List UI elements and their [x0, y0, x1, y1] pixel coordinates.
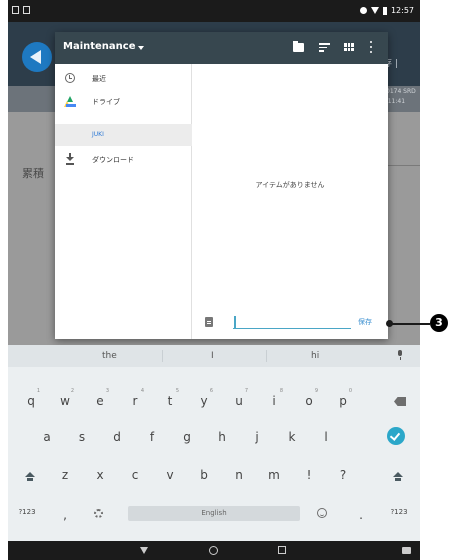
- wifi-icon: [370, 7, 379, 14]
- key-c[interactable]: c: [120, 462, 150, 488]
- clock-time: 12:57: [390, 6, 414, 15]
- sort-icon[interactable]: [319, 43, 330, 52]
- key-h[interactable]: h: [207, 424, 237, 450]
- key-n[interactable]: n: [224, 462, 254, 488]
- key-y[interactable]: 6y: [189, 388, 219, 414]
- new-folder-icon[interactable]: [293, 41, 304, 52]
- sidebar-item-label: ダウンロード: [92, 156, 134, 164]
- back-arrow-icon[interactable]: [22, 42, 52, 72]
- key-v[interactable]: v: [155, 462, 185, 488]
- drive-icon: [64, 96, 76, 107]
- suggestion-strip: the I hi: [8, 345, 420, 367]
- navigation-bar: [8, 541, 420, 560]
- key-g[interactable]: g: [172, 424, 202, 450]
- sidebar-item-label: ドライブ: [92, 98, 120, 106]
- filename-input[interactable]: [233, 315, 351, 329]
- callout-number-badge: 3: [430, 314, 448, 332]
- key-comma[interactable]: ,: [50, 502, 80, 528]
- key-i[interactable]: 8i: [259, 388, 289, 414]
- key-period[interactable]: .: [346, 502, 376, 528]
- notification-icon: [23, 6, 30, 14]
- emoji-icon[interactable]: [317, 508, 327, 518]
- key-b[interactable]: b: [189, 462, 219, 488]
- background-label: 累積: [22, 167, 44, 180]
- sidebar-item-label: JUKI: [92, 131, 104, 138]
- key-l[interactable]: l: [311, 424, 341, 450]
- key-e[interactable]: 3e: [85, 388, 115, 414]
- shift-icon[interactable]: [393, 472, 403, 482]
- key-j[interactable]: j: [242, 424, 272, 450]
- key-u[interactable]: 7u: [224, 388, 254, 414]
- file-icon: [205, 317, 213, 327]
- enter-check-icon[interactable]: [387, 427, 405, 445]
- key-question[interactable]: ?: [328, 462, 358, 488]
- symbols-key[interactable]: ?123: [10, 502, 44, 528]
- suggestion[interactable]: I: [211, 351, 214, 361]
- key-k[interactable]: k: [277, 424, 307, 450]
- key-f[interactable]: f: [137, 424, 167, 450]
- sidebar-item-drive[interactable]: ドライブ: [55, 91, 192, 113]
- callout-line: [390, 323, 430, 325]
- key-s[interactable]: s: [67, 424, 97, 450]
- more-options-icon[interactable]: [370, 41, 373, 53]
- keyboard-switch-icon[interactable]: [402, 547, 411, 554]
- shift-icon[interactable]: [25, 472, 35, 482]
- symbols-key[interactable]: ?123: [382, 502, 416, 528]
- key-w[interactable]: 2w: [50, 388, 80, 414]
- nav-home-icon[interactable]: [209, 546, 218, 555]
- key-exclamation[interactable]: !: [294, 462, 324, 488]
- save-button[interactable]: 保存: [358, 317, 372, 327]
- empty-state-message: アイテムがありません: [255, 181, 325, 189]
- suggestion[interactable]: the: [102, 351, 117, 361]
- sidebar-item-downloads[interactable]: ダウンロード: [55, 149, 192, 171]
- on-screen-keyboard: the I hi 1q 2w 3e 4r 5t 6y 7u 8i 9o 0p a…: [8, 345, 420, 541]
- dialog-toolbar: Maintenance: [55, 32, 388, 64]
- battery-icon: [382, 6, 387, 15]
- nav-back-icon[interactable]: [140, 547, 148, 554]
- root-selector[interactable]: Maintenance: [63, 41, 136, 52]
- key-x[interactable]: x: [85, 462, 115, 488]
- save-bar: 保存: [192, 308, 388, 339]
- microphone-icon[interactable]: [397, 350, 403, 360]
- sidebar-item-label: 最近: [92, 75, 106, 83]
- key-m[interactable]: m: [259, 462, 289, 488]
- alarm-icon: [359, 7, 367, 14]
- key-d[interactable]: d: [102, 424, 132, 450]
- chevron-down-icon[interactable]: [138, 46, 144, 50]
- keyboard-settings-icon[interactable]: [94, 509, 103, 518]
- text-cursor: [234, 316, 236, 329]
- key-o[interactable]: 9o: [294, 388, 324, 414]
- callout-dot: [386, 320, 393, 327]
- save-file-dialog: Maintenance 最近 ドライブ JUKI ダウンロード アイテムがありま…: [55, 32, 388, 339]
- key-p[interactable]: 0p: [328, 388, 358, 414]
- status-bar: 12:57: [8, 0, 420, 22]
- download-icon: [66, 153, 74, 165]
- space-bar[interactable]: English: [128, 506, 300, 521]
- suggestion[interactable]: hi: [311, 351, 319, 361]
- grid-view-icon[interactable]: [344, 43, 354, 52]
- key-z[interactable]: z: [50, 462, 80, 488]
- clock-icon: [65, 73, 75, 83]
- notification-icon: [12, 6, 19, 14]
- key-t[interactable]: 5t: [155, 388, 185, 414]
- backspace-icon[interactable]: [394, 397, 406, 406]
- key-r[interactable]: 4r: [120, 388, 150, 414]
- key-a[interactable]: a: [32, 424, 62, 450]
- background-strip-text: 0174 SRD: [386, 88, 416, 95]
- sidebar-item-juki[interactable]: JUKI: [55, 124, 192, 146]
- roots-sidebar: 最近 ドライブ JUKI ダウンロード: [55, 64, 192, 339]
- key-q[interactable]: 1q: [16, 388, 46, 414]
- nav-recents-icon[interactable]: [278, 546, 286, 554]
- tablet-screen: 12:57 存 | 0174 SRD 8 11:41 累積 Maintenanc…: [8, 0, 420, 560]
- sidebar-item-recent[interactable]: 最近: [55, 68, 192, 90]
